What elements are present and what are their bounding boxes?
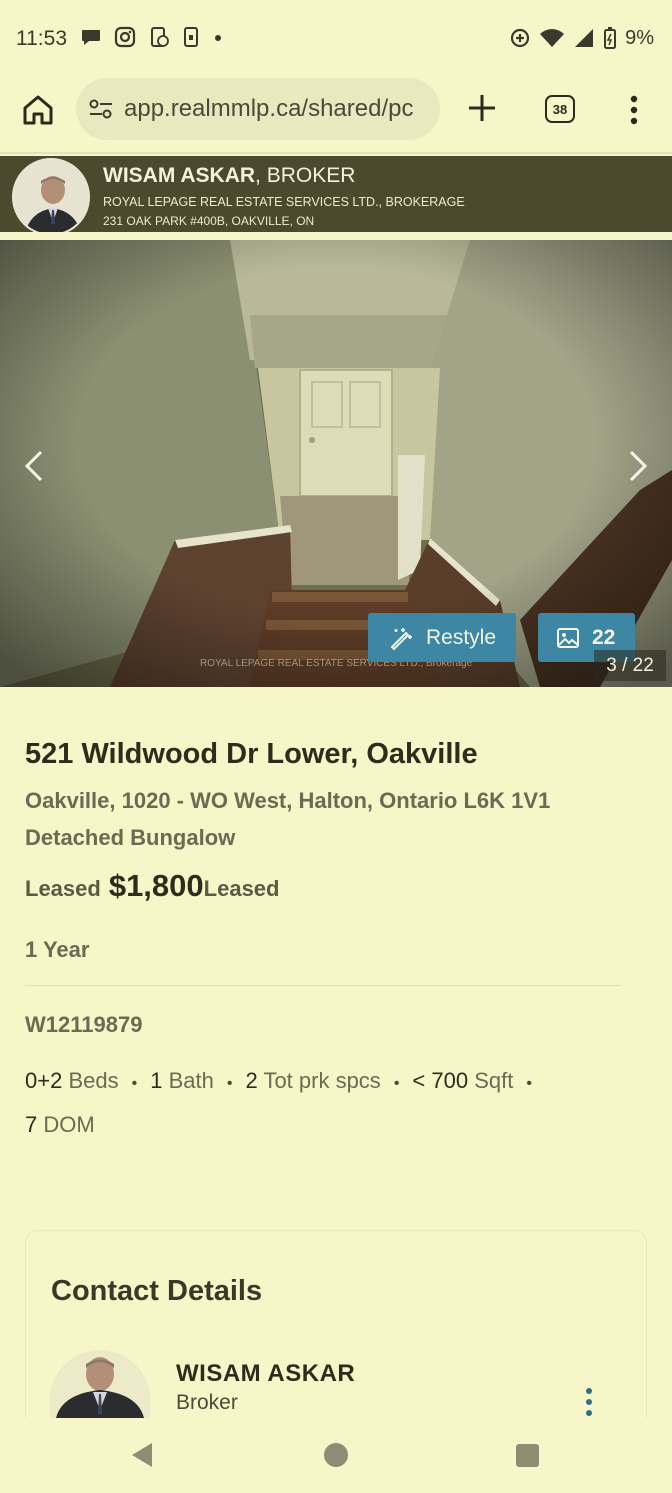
beds-unit: Beds xyxy=(68,1068,119,1093)
details-divider xyxy=(25,985,621,986)
tab-count: 38 xyxy=(552,101,568,117)
agent-title: , BROKER xyxy=(255,164,356,187)
photo-count: 22 xyxy=(592,625,616,649)
mls-number: W12119879 xyxy=(25,1012,143,1037)
system-nav-bar xyxy=(0,1418,672,1493)
dom-fact: 7 DOM xyxy=(25,1112,95,1137)
photo-position-counter: 3 / 22 xyxy=(594,650,666,681)
agent-brokerage: ROYAL LEPAGE REAL ESTATE SERVICES LTD., … xyxy=(103,195,465,209)
home-nav-icon[interactable] xyxy=(324,1443,348,1467)
price-value: $1,800 xyxy=(108,868,204,903)
bath-value: 1 xyxy=(150,1068,163,1093)
price-row: Leased $1,800 Leased xyxy=(25,868,279,904)
phone-sync-icon xyxy=(151,27,169,47)
sqft-value: < 700 xyxy=(412,1068,469,1093)
fact-separator: • xyxy=(393,1075,400,1092)
new-tab-icon[interactable] xyxy=(464,90,500,126)
magic-wand-icon xyxy=(390,627,412,650)
fact-separator: • xyxy=(526,1075,532,1092)
agent-avatar xyxy=(12,158,90,236)
fact-separator: • xyxy=(131,1075,138,1092)
listing-photo[interactable]: ROYAL LEPAGE REAL ESTATE SERVICES LTD., … xyxy=(0,240,672,687)
agent-name-line: WISAM ASKAR, BROKER xyxy=(103,164,355,188)
system-icons: 9% xyxy=(509,26,654,50)
battery-icon xyxy=(604,27,617,49)
address-bar[interactable]: app.realmmlp.ca/shared/pc xyxy=(76,78,440,140)
battery-percent: 9% xyxy=(625,26,654,49)
signal-icon xyxy=(575,29,594,47)
notification-icons xyxy=(80,26,224,48)
tab-switcher-button[interactable]: 38 xyxy=(545,95,575,123)
previous-photo-icon[interactable] xyxy=(22,448,46,484)
url-text: app.realmmlp.ca/shared/pc xyxy=(124,95,414,122)
restyle-label: Restyle xyxy=(426,625,497,649)
bath-unit: Bath xyxy=(168,1068,214,1093)
toolbar-divider xyxy=(0,152,672,154)
contact-heading: Contact Details xyxy=(51,1275,263,1307)
next-photo-icon[interactable] xyxy=(626,448,650,484)
sqft-fact: < 700 Sqft xyxy=(412,1068,513,1093)
agent-address: 231 OAK PARK #400B, OAKVILLE, ON xyxy=(103,214,315,228)
site-settings-icon[interactable] xyxy=(88,98,114,120)
status-bar: 11:53 9% xyxy=(0,0,672,78)
price-status: Leased xyxy=(203,876,280,901)
contact-name: WISAM ASKAR xyxy=(176,1360,356,1387)
lease-term: 1 Year xyxy=(25,937,90,962)
agent-name: WISAM ASKAR xyxy=(103,164,256,187)
image-icon xyxy=(557,627,579,648)
price-label: Leased xyxy=(25,876,101,901)
listing-area: Oakville, 1020 - WO West, Halton, Ontari… xyxy=(25,788,551,813)
property-type: Detached Bungalow xyxy=(25,825,236,850)
beds-fact: 0+2 Beds xyxy=(25,1068,119,1093)
back-icon[interactable] xyxy=(130,1442,154,1468)
contact-more-icon[interactable] xyxy=(580,1385,598,1419)
recents-icon[interactable] xyxy=(516,1444,539,1467)
parking-unit: Tot prk spcs xyxy=(263,1068,381,1093)
browser-toolbar: app.realmmlp.ca/shared/pc 38 xyxy=(0,78,672,152)
contact-role: Broker xyxy=(176,1391,238,1414)
listing-facts: 0+2 Beds • 1 Bath • 2 Tot prk spcs • < 700 Sqf… xyxy=(25,1060,645,1145)
bath-fact: 1 Bath xyxy=(150,1068,214,1093)
more-menu-icon[interactable] xyxy=(622,92,646,128)
chat-bubble-icon xyxy=(82,30,100,45)
beds-value: 0+2 xyxy=(25,1068,63,1093)
parking-fact: 2 Tot prk spcs xyxy=(245,1068,380,1093)
sqft-unit: Sqft xyxy=(474,1068,514,1093)
sim-icon xyxy=(184,27,198,47)
dot-icon xyxy=(215,35,221,41)
parking-value: 2 xyxy=(245,1068,258,1093)
listing-address: 521 Wildwood Dr Lower, Oakville xyxy=(25,738,478,770)
data-saver-icon xyxy=(510,28,530,48)
wifi-icon xyxy=(540,29,565,47)
instagram-icon xyxy=(114,26,136,48)
banner-stripe xyxy=(0,232,672,236)
status-time: 11:53 xyxy=(16,27,67,50)
dom-value: 7 xyxy=(25,1112,38,1137)
fact-separator: • xyxy=(226,1075,233,1092)
home-icon[interactable] xyxy=(20,92,56,128)
restyle-button[interactable]: Restyle xyxy=(368,613,516,662)
dom-unit: DOM xyxy=(43,1112,95,1137)
